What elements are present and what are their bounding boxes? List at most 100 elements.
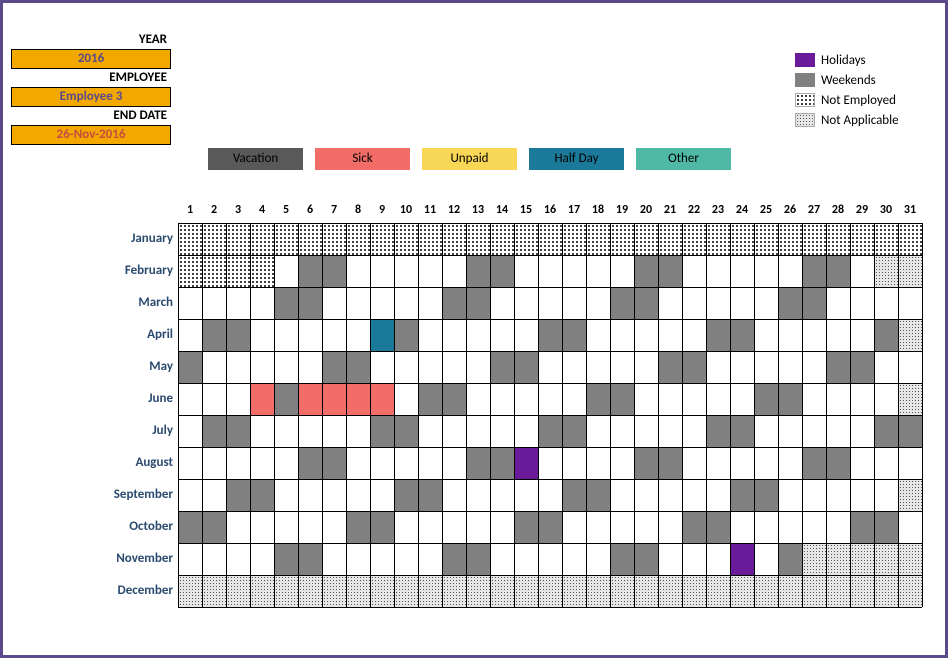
calendar-cell[interactable]	[610, 288, 634, 320]
calendar-cell[interactable]	[514, 320, 538, 352]
calendar-cell[interactable]	[634, 320, 658, 352]
calendar-cell[interactable]	[346, 288, 370, 320]
calendar-cell[interactable]	[514, 480, 538, 512]
calendar-cell[interactable]	[418, 416, 442, 448]
calendar-cell[interactable]	[874, 448, 898, 480]
calendar-cell[interactable]	[706, 256, 730, 288]
calendar-cell[interactable]	[298, 416, 322, 448]
calendar-cell[interactable]	[898, 256, 922, 288]
calendar-cell[interactable]	[226, 320, 250, 352]
calendar-cell[interactable]	[850, 256, 874, 288]
calendar-cell[interactable]	[346, 448, 370, 480]
calendar-cell[interactable]	[298, 544, 322, 576]
calendar-cell[interactable]	[298, 256, 322, 288]
calendar-cell[interactable]	[370, 480, 394, 512]
calendar-cell[interactable]	[658, 384, 682, 416]
calendar-cell[interactable]	[610, 512, 634, 544]
calendar-cell[interactable]	[802, 512, 826, 544]
calendar-cell[interactable]	[658, 256, 682, 288]
calendar-cell[interactable]	[250, 352, 274, 384]
calendar-cell[interactable]	[178, 256, 202, 288]
calendar-cell[interactable]	[322, 480, 346, 512]
calendar-cell[interactable]	[274, 576, 298, 608]
calendar-cell[interactable]	[898, 288, 922, 320]
calendar-cell[interactable]	[658, 512, 682, 544]
calendar-cell[interactable]	[874, 480, 898, 512]
calendar-cell[interactable]	[586, 256, 610, 288]
calendar-cell[interactable]	[754, 288, 778, 320]
calendar-cell[interactable]	[418, 352, 442, 384]
calendar-cell[interactable]	[202, 544, 226, 576]
calendar-cell[interactable]	[802, 224, 826, 256]
calendar-cell[interactable]	[250, 384, 274, 416]
calendar-cell[interactable]	[778, 224, 802, 256]
calendar-cell[interactable]	[370, 256, 394, 288]
calendar-cell[interactable]	[778, 512, 802, 544]
calendar-cell[interactable]	[322, 384, 346, 416]
calendar-cell[interactable]	[538, 256, 562, 288]
calendar-cell[interactable]	[202, 288, 226, 320]
calendar-cell[interactable]	[178, 224, 202, 256]
calendar-cell[interactable]	[778, 352, 802, 384]
calendar-cell[interactable]	[682, 544, 706, 576]
calendar-cell[interactable]	[202, 512, 226, 544]
calendar-cell[interactable]	[298, 576, 322, 608]
calendar-cell[interactable]	[874, 544, 898, 576]
calendar-cell[interactable]	[322, 256, 346, 288]
calendar-cell[interactable]	[466, 448, 490, 480]
calendar-cell[interactable]	[274, 256, 298, 288]
calendar-cell[interactable]	[346, 480, 370, 512]
calendar-cell[interactable]	[346, 544, 370, 576]
calendar-cell[interactable]	[850, 288, 874, 320]
calendar-cell[interactable]	[802, 256, 826, 288]
calendar-cell[interactable]	[250, 480, 274, 512]
calendar-cell[interactable]	[802, 352, 826, 384]
calendar-cell[interactable]	[322, 544, 346, 576]
calendar-cell[interactable]	[706, 544, 730, 576]
calendar-cell[interactable]	[274, 544, 298, 576]
calendar-cell[interactable]	[490, 352, 514, 384]
calendar-cell[interactable]	[706, 320, 730, 352]
calendar-cell[interactable]	[682, 416, 706, 448]
calendar-cell[interactable]	[706, 224, 730, 256]
calendar-cell[interactable]	[586, 352, 610, 384]
calendar-cell[interactable]	[274, 352, 298, 384]
calendar-cell[interactable]	[754, 416, 778, 448]
calendar-cell[interactable]	[298, 320, 322, 352]
calendar-cell[interactable]	[298, 224, 322, 256]
calendar-cell[interactable]	[850, 512, 874, 544]
calendar-cell[interactable]	[442, 480, 466, 512]
calendar-cell[interactable]	[610, 416, 634, 448]
calendar-cell[interactable]	[682, 576, 706, 608]
calendar-cell[interactable]	[562, 416, 586, 448]
calendar-cell[interactable]	[274, 480, 298, 512]
calendar-cell[interactable]	[850, 320, 874, 352]
calendar-cell[interactable]	[826, 448, 850, 480]
calendar-cell[interactable]	[826, 384, 850, 416]
calendar-cell[interactable]	[178, 416, 202, 448]
calendar-cell[interactable]	[562, 480, 586, 512]
calendar-cell[interactable]	[442, 384, 466, 416]
calendar-cell[interactable]	[730, 384, 754, 416]
calendar-cell[interactable]	[586, 224, 610, 256]
calendar-cell[interactable]	[658, 352, 682, 384]
calendar-cell[interactable]	[514, 352, 538, 384]
calendar-cell[interactable]	[898, 224, 922, 256]
calendar-cell[interactable]	[538, 512, 562, 544]
calendar-cell[interactable]	[586, 544, 610, 576]
calendar-cell[interactable]	[730, 320, 754, 352]
calendar-cell[interactable]	[250, 288, 274, 320]
calendar-cell[interactable]	[394, 288, 418, 320]
calendar-cell[interactable]	[634, 288, 658, 320]
calendar-cell[interactable]	[322, 416, 346, 448]
calendar-cell[interactable]	[634, 576, 658, 608]
calendar-cell[interactable]	[802, 448, 826, 480]
calendar-cell[interactable]	[490, 256, 514, 288]
calendar-cell[interactable]	[658, 224, 682, 256]
calendar-cell[interactable]	[562, 576, 586, 608]
calendar-cell[interactable]	[418, 256, 442, 288]
calendar-cell[interactable]	[178, 576, 202, 608]
calendar-cell[interactable]	[514, 544, 538, 576]
enddate-field[interactable]: 26-Nov-2016	[11, 125, 171, 145]
calendar-cell[interactable]	[490, 576, 514, 608]
